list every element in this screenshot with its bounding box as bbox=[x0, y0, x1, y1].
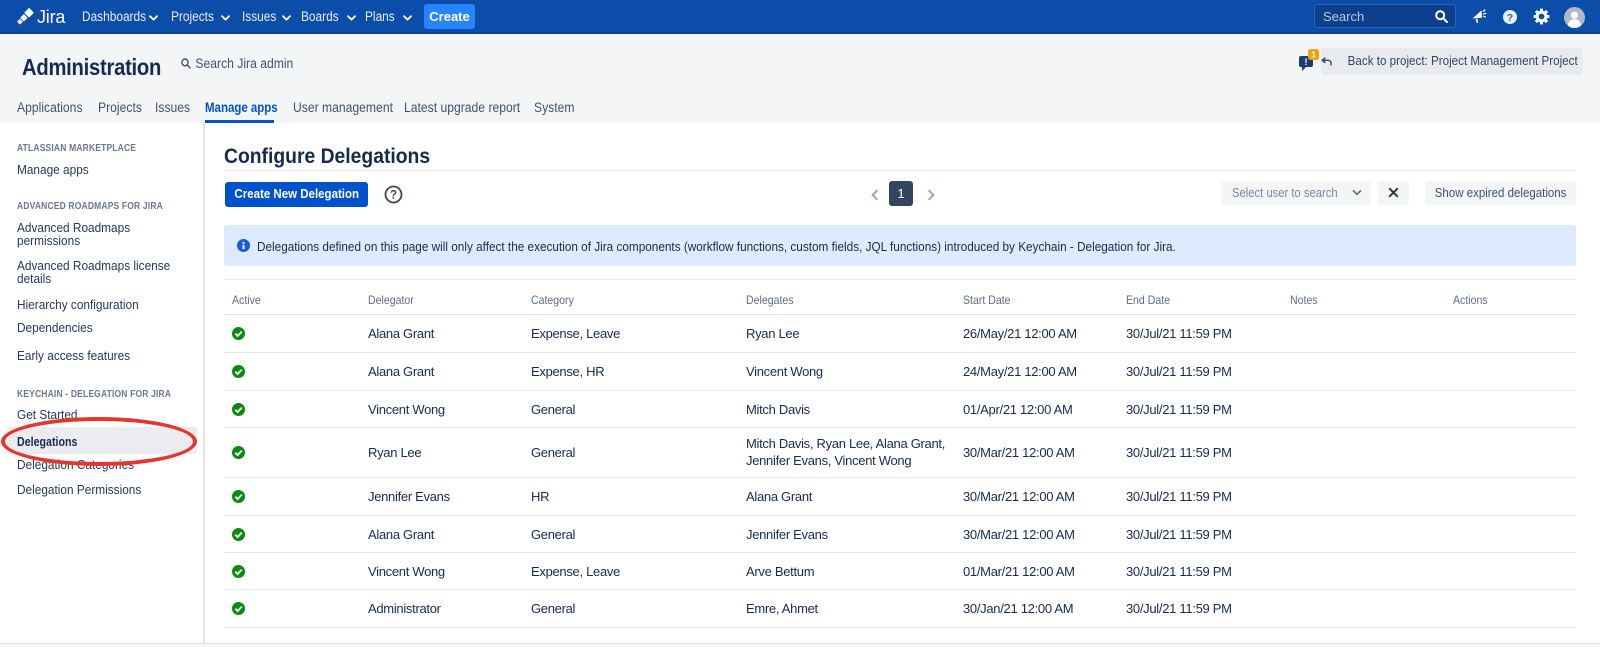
svg-text:!: ! bbox=[1305, 57, 1308, 67]
svg-text:1: 1 bbox=[1311, 50, 1316, 60]
svg-text:?: ? bbox=[390, 190, 397, 202]
svg-text:?: ? bbox=[1507, 12, 1513, 24]
